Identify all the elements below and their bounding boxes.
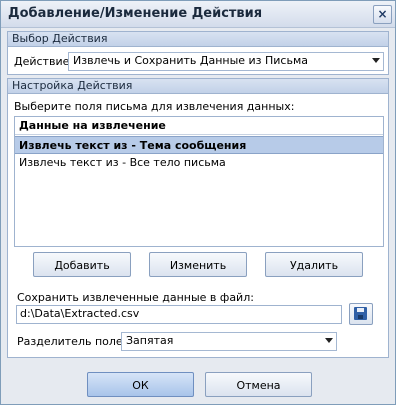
window-title: Добавление/Изменение Действия [8,6,263,21]
action-select[interactable]: Извлечь и Сохранить Данные из Письма [68,52,384,71]
separator-select[interactable]: Запятая [121,332,337,351]
action-label: Действие [14,55,70,68]
add-button[interactable]: Добавить [33,252,131,277]
separator-label: Разделитель полей: [17,335,134,348]
action-group: Выбор Действия Действие Извлечь и Сохран… [7,31,389,75]
list-header: Данные на извлечение [15,117,383,135]
chevron-down-icon [325,338,333,343]
settings-group: Настройка Действия Выберите поля письма … [7,78,389,358]
save-file-button[interactable] [349,303,373,325]
cancel-button[interactable]: Отмена [205,372,312,397]
separator-select-value: Запятая [126,334,174,347]
close-button[interactable]: × [373,5,392,24]
save-file-label: Сохранить извлеченные данные в файл: [17,291,254,304]
delete-button[interactable]: Удалить [265,252,363,277]
title-bar: Добавление/Изменение Действия × [1,1,395,28]
settings-group-header: Настройка Действия [8,79,388,94]
chevron-down-icon [372,58,380,63]
floppy-disk-icon [354,307,367,320]
file-path-value: d:\Data\Extracted.csv [20,307,140,320]
extract-data-list[interactable]: Данные на извлечение Извлечь текст из - … [14,116,384,247]
ok-button[interactable]: ОК [87,372,194,397]
dialog-window: Добавление/Изменение Действия × Выбор Де… [0,0,396,405]
action-group-header: Выбор Действия [8,32,388,47]
list-item[interactable]: Извлечь текст из - Все тело письма [15,154,383,172]
fields-instruction: Выберите поля письма для извлечения данн… [14,100,295,113]
file-path-field[interactable]: d:\Data\Extracted.csv [16,305,342,324]
edit-button[interactable]: Изменить [149,252,247,277]
list-item[interactable]: Извлечь текст из - Тема сообщения [15,136,383,154]
action-select-value: Извлечь и Сохранить Данные из Письма [73,54,309,67]
